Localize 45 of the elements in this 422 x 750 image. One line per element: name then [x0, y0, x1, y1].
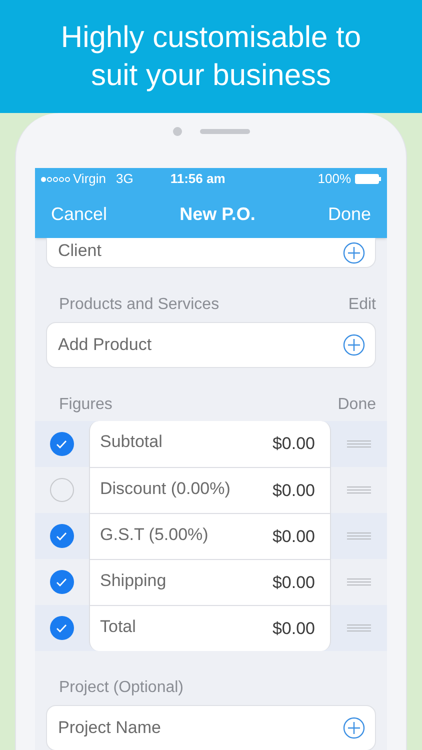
section-header: Products and Services — [59, 295, 220, 315]
field-placeholder: Add Product — [58, 334, 152, 356]
figure-value: $0.00 — [272, 618, 315, 640]
signal-icon — [41, 176, 70, 182]
figure-value: $0.00 — [272, 526, 315, 548]
headline: Highly customisable to suit your business — [60, 20, 362, 94]
figure-label: Discount (0.00%) — [100, 478, 230, 500]
drag-handle-icon[interactable] — [347, 624, 371, 632]
section-action[interactable]: Done — [338, 393, 376, 417]
network-label: 3G — [116, 170, 134, 188]
figure-label: Shipping — [100, 570, 166, 592]
speaker-slot — [200, 128, 250, 134]
section-header: Project (Optional) — [59, 678, 184, 698]
battery-icon — [355, 174, 381, 184]
drag-handle-icon[interactable] — [347, 578, 371, 586]
add-product-field[interactable]: Add Product — [46, 322, 376, 368]
checked-circle[interactable] — [50, 616, 74, 640]
status-time: 11:56 am — [170, 170, 226, 188]
unchecked-circle[interactable] — [50, 478, 74, 502]
figure-value: $0.00 — [272, 572, 315, 594]
figure-value: $0.00 — [272, 433, 315, 456]
figure-label: Subtotal — [100, 431, 162, 454]
checked-circle[interactable] — [50, 570, 74, 594]
drag-handle-icon[interactable] — [347, 486, 371, 494]
figure-value: $0.00 — [272, 480, 315, 502]
drag-handle-icon[interactable] — [347, 532, 371, 540]
carrier-label: Virgin — [73, 170, 106, 188]
drag-handle-icon[interactable] — [347, 440, 371, 448]
add-icon[interactable] — [343, 242, 365, 264]
figure-label: G.S.T (5.00%) — [100, 524, 208, 546]
section-action[interactable]: Edit — [348, 293, 376, 317]
figure-label: Total — [100, 616, 136, 638]
project-name-field[interactable]: Project Name — [46, 705, 376, 750]
client-field[interactable]: Client — [46, 238, 376, 268]
field-placeholder: Project Name — [58, 717, 161, 740]
checked-circle[interactable] — [50, 524, 74, 548]
done-button[interactable]: Done — [328, 200, 371, 228]
section-header: Figures — [59, 395, 112, 415]
checked-circle[interactable] — [50, 432, 74, 456]
add-icon[interactable] — [343, 334, 365, 356]
battery-percent: 100% — [318, 170, 351, 188]
cancel-button[interactable]: Cancel — [51, 200, 108, 228]
screen-title: New P.O. — [180, 202, 256, 226]
add-icon[interactable] — [343, 717, 365, 739]
client-placeholder: Client — [58, 240, 102, 262]
